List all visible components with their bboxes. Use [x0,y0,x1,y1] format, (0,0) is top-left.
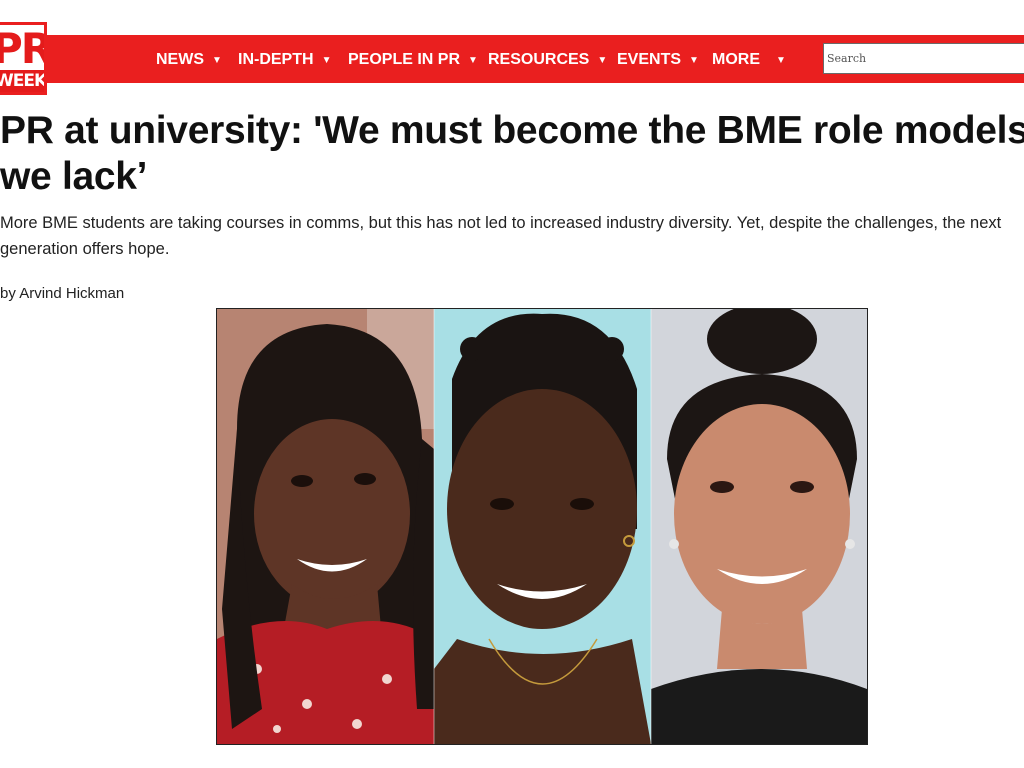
nav-item-news[interactable]: NEWS ▼ [156,35,222,83]
article-page: PR WEEK NEWS ▼ IN-DEPTH ▼ PEOPLE IN PR ▼ RE… [0,0,1024,768]
logo-week-strip: WEEK [0,70,44,92]
caret-down-icon: ▼ [597,55,608,66]
nav-label: PEOPLE IN PR [348,51,461,68]
byline-prefix: by [0,285,20,302]
nav-label: IN-DEPTH [238,51,314,68]
prweek-logo[interactable]: PR WEEK [0,22,47,95]
article-hero-image [216,308,868,745]
logo-text-pr: PR [0,27,44,71]
nav-item-events[interactable]: EVENTS ▼ [617,35,699,83]
article-headline: PR at university: 'We must become the BM… [0,109,1024,198]
caret-down-icon: ▼ [468,55,478,66]
search-input[interactable] [824,44,1017,72]
nav-item-people-in-pr[interactable]: PEOPLE IN PR ▼ [348,35,478,83]
portrait-panel-3 [651,309,867,744]
article-standfirst: More BME students are taking courses in … [0,214,1002,258]
portrait-panel-2 [434,309,651,744]
portrait-panel-1 [217,309,434,744]
nav-label: EVENTS [617,51,682,68]
nav-label: MORE [712,51,760,68]
nav-item-resources[interactable]: RESOURCES ▼ [488,35,607,83]
caret-down-icon: ▼ [321,55,332,66]
caret-down-icon: ▼ [689,55,699,66]
caret-down-icon: ▼ [776,55,786,66]
hero-portraits-illustration [217,309,867,744]
search-box [823,43,1024,74]
author-link[interactable]: Arvind Hickman [19,285,124,302]
nav-item-in-depth[interactable]: IN-DEPTH ▼ [238,35,331,83]
logo-text-week: WEEK [0,71,44,91]
caret-down-icon: ▼ [212,55,222,66]
nav-label: RESOURCES [488,51,590,68]
main-nav-bar: NEWS ▼ IN-DEPTH ▼ PEOPLE IN PR ▼ RESOURCES ▼… [0,35,1024,83]
article-byline: by Arvind Hickman [0,284,124,304]
nav-label: NEWS [156,51,204,68]
nav-item-more[interactable]: MORE ▼ [712,35,786,83]
